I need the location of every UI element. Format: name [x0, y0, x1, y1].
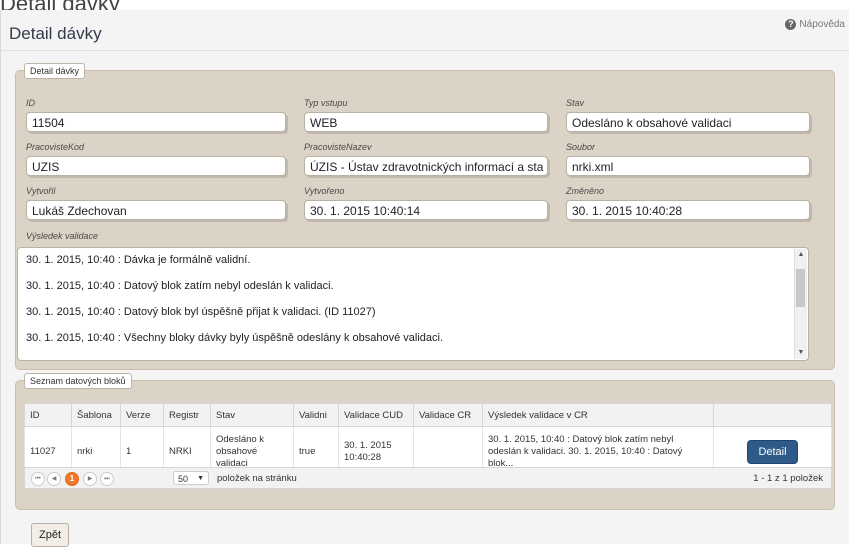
scrollbar-thumb[interactable] — [796, 269, 805, 307]
col-validace-cr[interactable]: Validace CR — [413, 403, 483, 427]
help-label: Nápověda — [799, 19, 845, 30]
col-id[interactable]: ID — [24, 403, 72, 427]
stav-label: Stav — [566, 98, 585, 108]
validation-line: 30. 1. 2015, 10:40 : Datový blok byl úsp… — [26, 306, 376, 318]
prev-page-icon[interactable]: ◀ — [47, 472, 61, 486]
scroll-down-icon[interactable]: ▼ — [795, 347, 807, 359]
pracoviste-nazev-field[interactable]: ÚZIS - Ústav zdravotnických informací a … — [304, 156, 548, 176]
vytvoril-field[interactable]: Lukáš Zdechovan — [26, 200, 286, 220]
pracoviste-kod-field[interactable]: UZIS — [26, 156, 286, 176]
typ-vstupu-field[interactable]: WEB — [304, 112, 548, 132]
validation-label: Výsledek validace — [26, 231, 99, 241]
dropdown-arrow-icon: ▼ — [197, 475, 204, 482]
col-registr[interactable]: Registr — [163, 403, 211, 427]
validation-line: 30. 1. 2015, 10:40 : Všechny bloky dávky… — [26, 332, 444, 344]
pager-info: 1 - 1 z 1 položek — [753, 473, 823, 484]
detail-button[interactable]: Detail — [747, 440, 798, 464]
zmeneno-field[interactable]: 30. 1. 2015 10:40:28 — [566, 200, 810, 220]
page-size-select[interactable]: 50 ▼ — [173, 471, 209, 485]
col-verze[interactable]: Verze — [120, 403, 164, 427]
page-number-current[interactable]: 1 — [65, 472, 79, 486]
soubor-field[interactable]: nrki.xml — [566, 156, 810, 176]
validation-line: 30. 1. 2015, 10:40 : Datový blok zatím n… — [26, 280, 334, 292]
page-window: Detail dávky ? Nápověda Detail dávky ID … — [0, 10, 849, 547]
vytvoril-label: Vytvořil — [26, 186, 56, 196]
detail-legend: Detail dávky — [24, 63, 86, 79]
page-title: Detail dávky — [9, 24, 102, 43]
last-page-icon[interactable]: ⏭ — [100, 472, 114, 486]
textarea-scrollbar[interactable]: ▲ ▼ — [794, 249, 807, 359]
soubor-label: Soubor — [566, 142, 596, 152]
pracoviste-nazev-label: PracovisteNazev — [304, 142, 372, 152]
question-circle-icon: ? — [785, 19, 797, 30]
vytvoreno-label: Vytvořeno — [304, 186, 345, 196]
id-label: ID — [26, 98, 35, 108]
id-field[interactable]: 11504 — [26, 112, 286, 132]
stav-field[interactable]: Odesláno k obsahové validaci — [566, 112, 810, 132]
blocks-legend: Seznam datových bloků — [24, 373, 132, 389]
page-size-value: 50 — [178, 474, 189, 484]
help-link[interactable]: ? Nápověda — [785, 19, 845, 30]
first-page-icon[interactable]: ⏮ — [31, 472, 45, 486]
zmeneno-label: Změněno — [566, 186, 605, 196]
blocks-panel: Seznam datových bloků ID Šablona Verze R… — [15, 373, 835, 510]
title-divider — [1, 50, 849, 51]
validation-line: 30. 1. 2015, 10:40 : Dávka je formálně v… — [26, 254, 251, 266]
validation-textarea[interactable]: 30. 1. 2015, 10:40 : Dávka je formálně v… — [17, 247, 809, 361]
scroll-up-icon[interactable]: ▲ — [795, 249, 807, 261]
page-size-label: položek na stránku — [217, 473, 297, 484]
table-header-row: ID Šablona Verze Registr Stav Validni Va… — [24, 403, 832, 427]
vytvoreno-field[interactable]: 30. 1. 2015 10:40:14 — [304, 200, 548, 220]
col-validace-cud[interactable]: Validace CUD — [338, 403, 414, 427]
col-action — [713, 403, 832, 427]
col-sablona[interactable]: Šablona — [71, 403, 121, 427]
pager: ⏮ ◀ 1 ▶ ⏭ 50 ▼ položek na stránku 1 - 1 … — [24, 467, 832, 489]
typ-vstupu-label: Typ vstupu — [304, 98, 348, 108]
col-validni[interactable]: Validni — [293, 403, 339, 427]
col-vysledek[interactable]: Výsledek validace v CR — [482, 403, 714, 427]
pracoviste-kod-label: PracovisteKod — [26, 142, 85, 152]
col-stav[interactable]: Stav — [210, 403, 294, 427]
back-button[interactable]: Zpět — [31, 523, 70, 547]
next-page-icon[interactable]: ▶ — [83, 472, 97, 486]
